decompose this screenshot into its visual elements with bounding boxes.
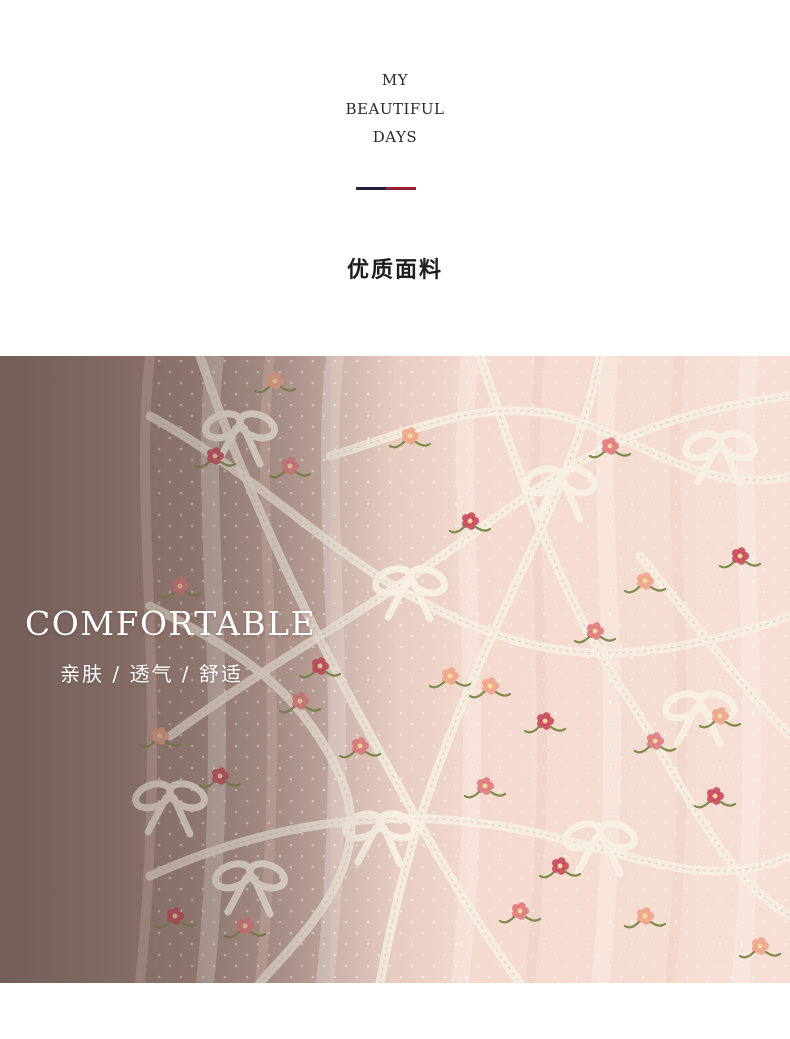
title-divider	[356, 187, 416, 190]
brand-line-2: BEAUTIFUL	[345, 99, 445, 118]
comfortable-headline: COMFORTABLE	[25, 604, 317, 643]
divider-navy-segment	[356, 187, 386, 190]
divider-red-segment	[386, 187, 416, 190]
feature-subline: 亲肤 / 透气 / 舒适	[60, 662, 243, 686]
brand-line-3: DAYS	[372, 128, 418, 146]
brand-tagline: MY BEAUTIFUL DAYS	[0, 66, 790, 152]
brand-line-1: MY	[381, 71, 409, 89]
section-title: 优质面料	[346, 258, 443, 283]
